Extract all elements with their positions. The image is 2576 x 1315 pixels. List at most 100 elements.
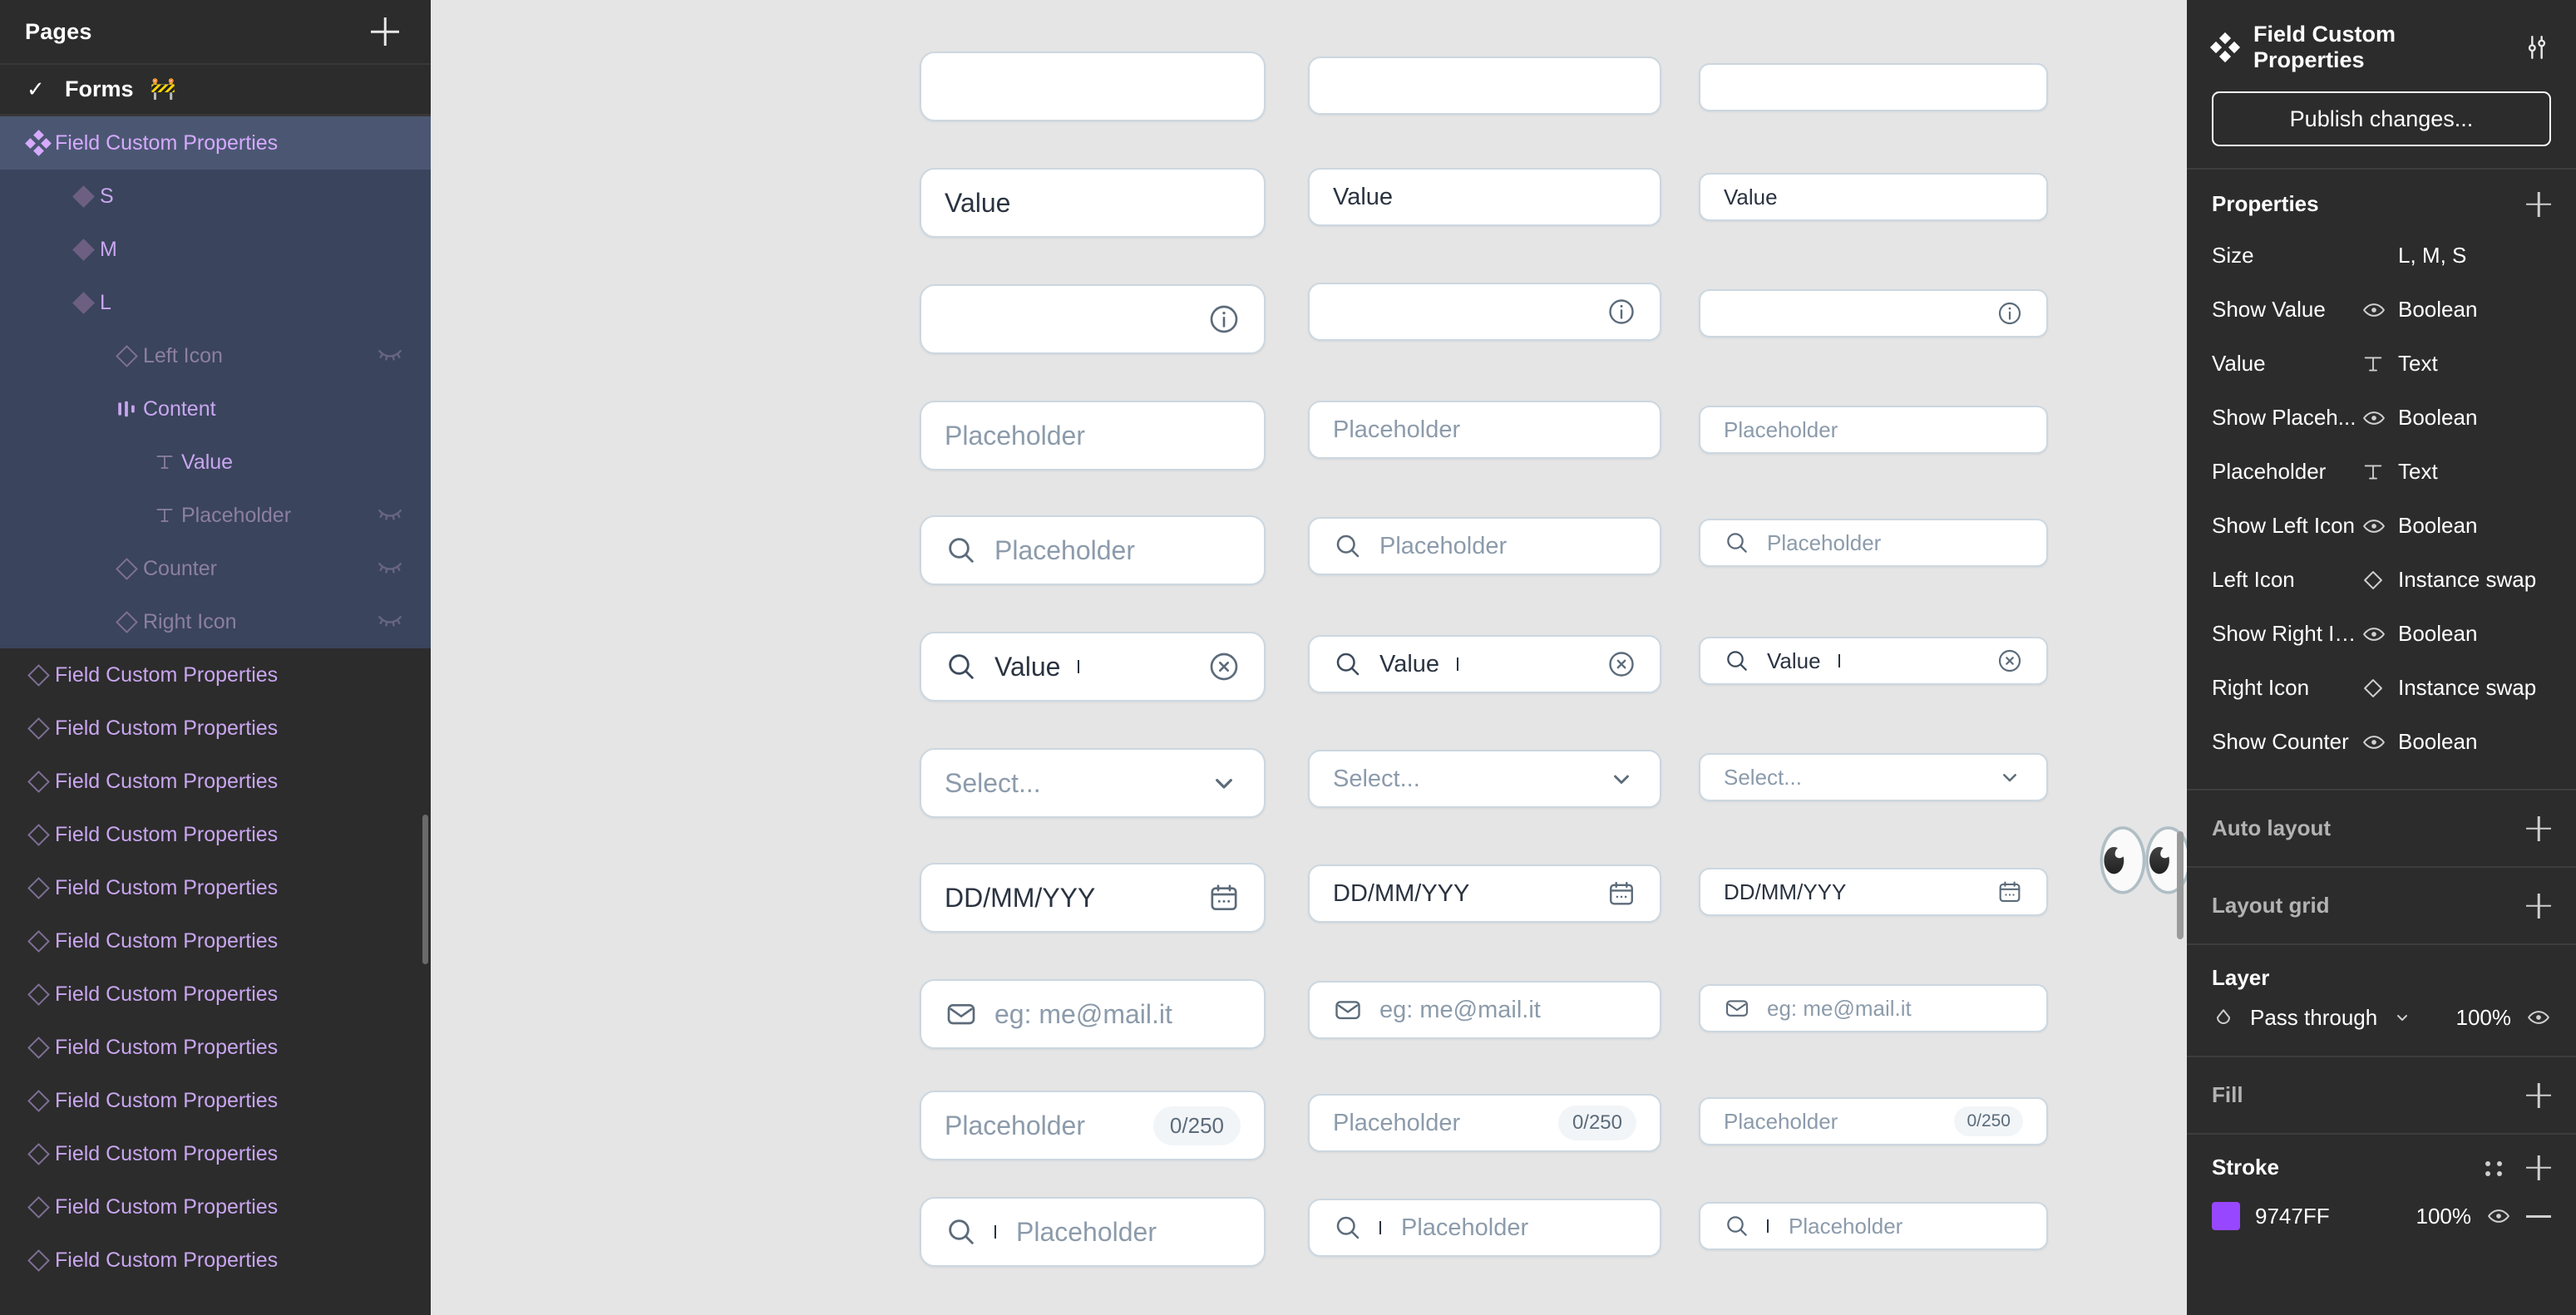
eye-icon[interactable] [2486,1204,2511,1229]
stroke-color-hex[interactable]: 9747FF [2255,1204,2330,1229]
field-m-counter[interactable]: Placeholder 0/250 [1308,1094,1661,1152]
property-row[interactable]: Show Counter Boolean [2187,715,2576,769]
layer-row[interactable]: Field Custom Properties [0,1180,431,1234]
sidebar-scrollbar[interactable] [422,815,428,964]
layer-row[interactable]: Field Custom Properties [0,702,431,755]
field-m-email[interactable]: eg: me@mail.it [1308,981,1661,1039]
field-s-placeholder[interactable]: Placeholder [1699,406,2048,454]
property-row[interactable]: Show Value Boolean [2187,283,2576,337]
field-l-search-focus[interactable]: Placeholder [920,1197,1266,1267]
field-m-search-placeholder[interactable]: Placeholder [1308,517,1661,575]
layer-row[interactable]: Placeholder [0,489,431,542]
layer-row[interactable]: Content [0,382,431,436]
layer-row[interactable]: Field Custom Properties [0,1074,431,1127]
layer-row[interactable]: L [0,276,431,329]
property-row[interactable]: Value Text [2187,337,2576,391]
publish-changes-button[interactable]: Publish changes... [2212,91,2551,146]
sliders-icon[interactable] [2523,33,2551,62]
layer-row[interactable]: Field Custom Properties [0,914,431,968]
info-icon[interactable] [1606,297,1636,327]
layer-row[interactable]: Counter [0,542,431,595]
add-fill-icon[interactable] [2526,1083,2551,1108]
field-s-search-placeholder[interactable]: Placeholder [1699,519,2048,567]
field-l-info[interactable] [920,284,1266,354]
layer-row[interactable]: M [0,223,431,276]
field-s-empty[interactable] [1699,63,2048,111]
chevron-down-icon[interactable] [1207,766,1241,800]
stroke-style-icon[interactable] [2481,1155,2506,1180]
field-l-counter[interactable]: Placeholder 0/250 [920,1091,1266,1160]
layer-row[interactable]: Left Icon [0,329,431,382]
add-layout-grid-icon[interactable] [2526,894,2551,919]
layer-row[interactable]: Field Custom Properties [0,648,431,702]
layer-row[interactable]: Value [0,436,431,489]
field-s-search-focus[interactable]: Placeholder [1699,1202,2048,1250]
property-row[interactable]: Show Placeh... Boolean [2187,391,2576,445]
field-m-value[interactable]: Value [1308,168,1661,226]
blend-mode-value[interactable]: Pass through [2250,1005,2377,1031]
stroke-color-swatch[interactable] [2212,1202,2240,1230]
field-l-value[interactable]: Value [920,168,1266,238]
property-row[interactable]: Show Left Icon Boolean [2187,499,2576,553]
design-canvas[interactable]: Value Placeholder Placeholder Value Sele… [431,0,2187,1315]
layer-row[interactable]: S [0,170,431,223]
chevron-down-icon[interactable] [2392,1007,2412,1027]
clear-icon[interactable] [1207,650,1241,683]
field-l-placeholder[interactable]: Placeholder [920,401,1266,470]
field-s-select[interactable]: Select... [1699,753,2048,801]
layer-row[interactable]: Field Custom Properties [0,968,431,1021]
layers-list[interactable]: Field Custom Properties S M L Left Icon Conte… [0,116,431,1315]
field-s-search-value[interactable]: Value [1699,637,2048,685]
eye-closed-icon[interactable] [376,552,409,585]
property-row[interactable]: Right Icon Instance swap [2187,661,2576,715]
layer-row[interactable]: Right Icon [0,595,431,648]
field-s-counter[interactable]: Placeholder 0/250 [1699,1097,2048,1145]
layer-opacity-value[interactable]: 100% [2456,1005,2512,1031]
property-row[interactable]: Left Icon Instance swap [2187,553,2576,607]
info-icon[interactable] [1996,300,2023,327]
field-m-placeholder[interactable]: Placeholder [1308,401,1661,459]
info-icon[interactable] [1207,303,1241,336]
eye-closed-icon[interactable] [376,339,409,372]
eye-closed-icon[interactable] [376,499,409,532]
clear-icon[interactable] [1996,648,2023,674]
field-m-info[interactable] [1308,283,1661,341]
layer-row[interactable]: Field Custom Properties [0,1127,431,1180]
field-l-search-placeholder[interactable]: Placeholder [920,515,1266,585]
field-l-select[interactable]: Select... [920,748,1266,818]
add-property-icon[interactable] [2526,192,2551,217]
layer-row[interactable]: Field Custom Properties [0,755,431,808]
field-l-email[interactable]: eg: me@mail.it [920,979,1266,1049]
layer-row[interactable]: Field Custom Properties [0,861,431,914]
field-s-info[interactable] [1699,289,2048,337]
eye-icon[interactable] [2526,1005,2551,1030]
clear-icon[interactable] [1606,649,1636,679]
property-row[interactable]: Size L, M, S [2187,229,2576,283]
field-m-search-focus[interactable]: Placeholder [1308,1199,1661,1257]
layer-row[interactable]: Field Custom Properties [0,1234,431,1287]
chevron-down-icon[interactable] [1606,764,1636,794]
layer-row[interactable]: Field Custom Properties [0,1021,431,1074]
add-auto-layout-icon[interactable] [2526,816,2551,841]
canvas-scrollbar[interactable] [2177,831,2184,939]
field-l-search-value[interactable]: Value [920,632,1266,702]
layer-row[interactable]: Field Custom Properties [0,808,431,861]
chevron-down-icon[interactable] [1996,764,2023,790]
add-page-icon[interactable] [371,17,399,46]
field-m-search-value[interactable]: Value [1308,635,1661,693]
field-m-empty[interactable] [1308,57,1661,115]
calendar-icon[interactable] [1606,879,1636,909]
calendar-icon[interactable] [1207,881,1241,914]
field-s-email[interactable]: eg: me@mail.it [1699,984,2048,1032]
layer-row[interactable]: Field Custom Properties [0,116,431,170]
property-row[interactable]: Show Right Ic... Boolean [2187,607,2576,661]
field-s-date[interactable]: DD/MM/YYY [1699,868,2048,916]
field-m-select[interactable]: Select... [1308,750,1661,808]
eye-closed-icon[interactable] [376,605,409,638]
field-l-empty[interactable] [920,52,1266,121]
field-s-value[interactable]: Value [1699,173,2048,221]
stroke-opacity-value[interactable]: 100% [2416,1204,2472,1229]
calendar-icon[interactable] [1996,879,2023,905]
remove-stroke-icon[interactable] [2526,1214,2551,1218]
add-stroke-icon[interactable] [2526,1155,2551,1180]
